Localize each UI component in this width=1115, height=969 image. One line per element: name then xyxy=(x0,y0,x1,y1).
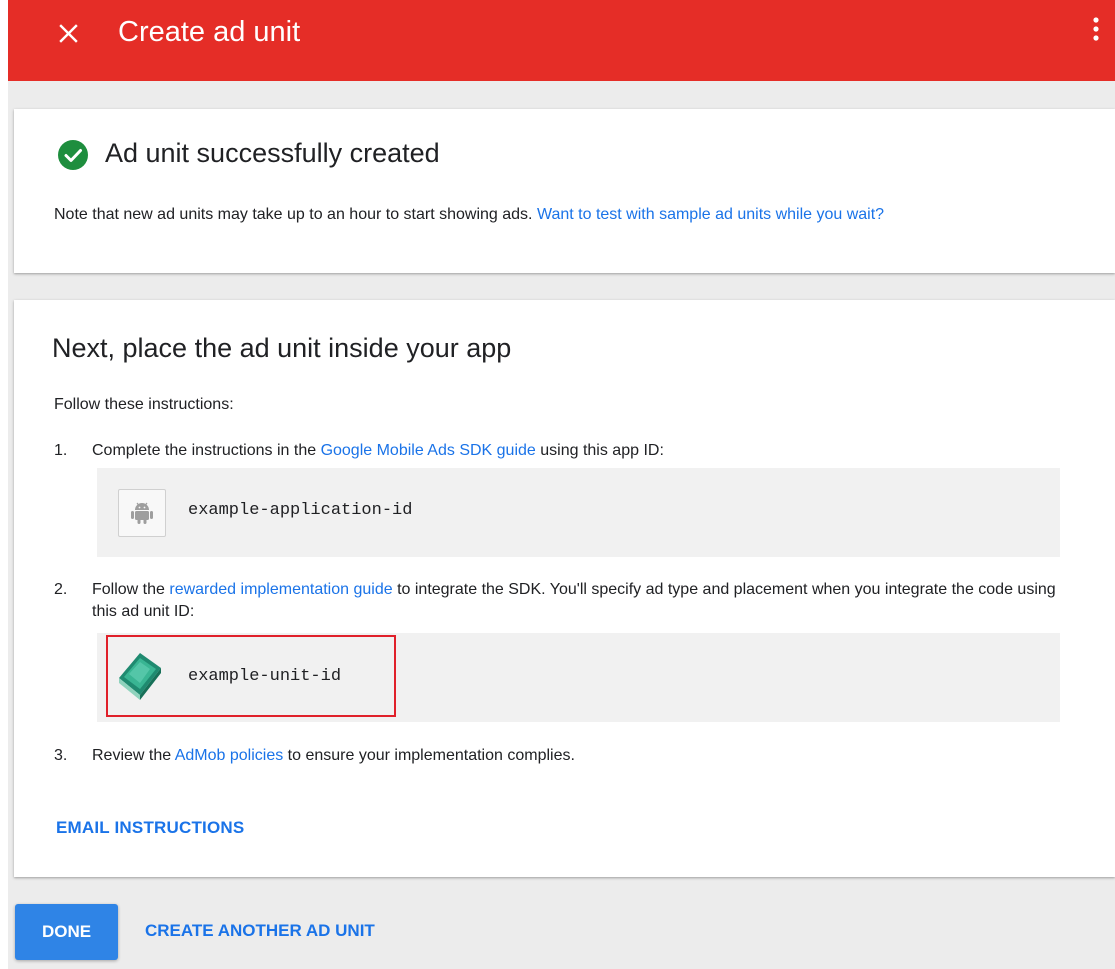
success-title: Ad unit successfully created xyxy=(105,138,440,168)
step-number: 1. xyxy=(54,442,68,459)
step-text: Complete the instructions in the Google … xyxy=(92,440,1072,462)
android-icon xyxy=(118,489,166,537)
check-circle-icon xyxy=(57,139,89,171)
sdk-guide-link[interactable]: Google Mobile Ads SDK guide xyxy=(321,442,536,459)
page-title: Create ad unit xyxy=(118,16,301,48)
step-text: Follow the rewarded implementation guide… xyxy=(92,579,1072,623)
step-text-after: to ensure your implementation complies. xyxy=(283,747,575,764)
app-bar: Create ad unit xyxy=(8,0,1115,81)
instructions-intro: Follow these instructions: xyxy=(54,396,234,413)
rewarded-guide-link[interactable]: rewarded implementation guide xyxy=(169,581,392,598)
ad-unit-id-code[interactable]: example-unit-id xyxy=(188,667,341,686)
success-note: Note that new ad units may take up to an… xyxy=(54,203,1104,226)
ad-unit-id-box: example-unit-id xyxy=(97,633,1060,722)
step-text-before: Review the xyxy=(92,747,175,764)
app-id-box: example-application-id xyxy=(97,468,1060,557)
left-edge xyxy=(0,0,8,969)
step-number: 3. xyxy=(54,747,68,764)
email-instructions-button[interactable]: EMAIL INSTRUCTIONS xyxy=(56,818,244,838)
gem-icon xyxy=(115,647,165,701)
step-text: Review the AdMob policies to ensure your… xyxy=(92,745,1072,767)
step-text-before: Follow the xyxy=(92,581,170,598)
success-card: Ad unit successfully created Note that n… xyxy=(14,109,1115,273)
close-icon[interactable] xyxy=(52,16,86,50)
app-id-code[interactable]: example-application-id xyxy=(188,501,412,520)
step-text-before: Complete the instructions in the xyxy=(92,442,321,459)
more-vert-icon[interactable] xyxy=(1089,14,1103,50)
sample-ad-units-link[interactable]: Want to test with sample ad units while … xyxy=(537,206,884,223)
step-text-after: using this app ID: xyxy=(535,442,664,459)
instructions-card: Next, place the ad unit inside your app … xyxy=(14,300,1115,877)
create-another-ad-unit-button[interactable]: CREATE ANOTHER AD UNIT xyxy=(145,921,375,941)
done-button[interactable]: DONE xyxy=(15,904,118,960)
success-note-text: Note that new ad units may take up to an… xyxy=(54,206,537,223)
admob-policies-link[interactable]: AdMob policies xyxy=(175,747,284,764)
instructions-title: Next, place the ad unit inside your app xyxy=(52,333,512,363)
step-number: 2. xyxy=(54,581,68,598)
